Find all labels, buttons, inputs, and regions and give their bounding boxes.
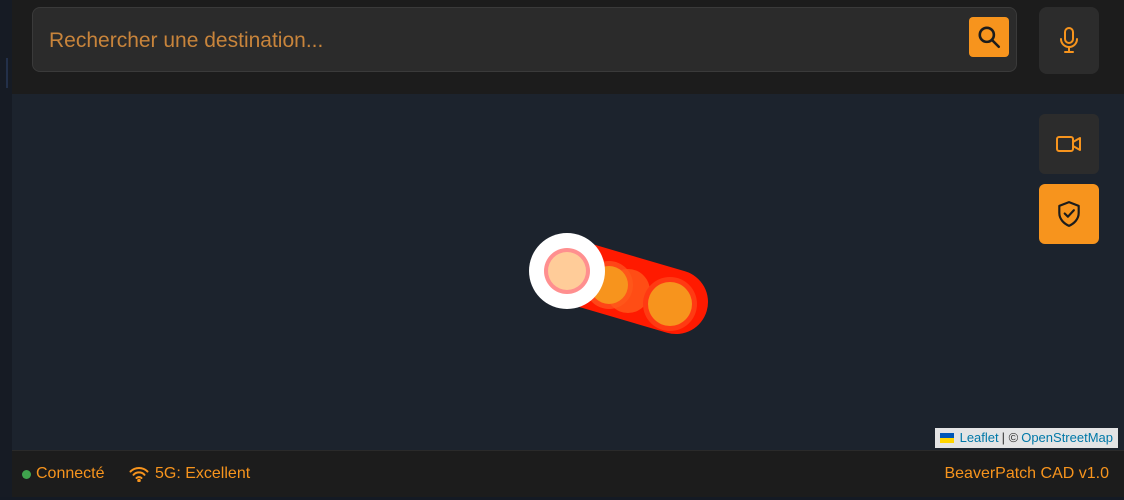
connection-status: Connecté — [22, 451, 105, 497]
map-canvas — [529, 233, 708, 334]
route-point-marker — [648, 282, 692, 326]
app-version: BeaverPatch CAD v1.0 — [944, 451, 1109, 497]
connected-dot-icon — [22, 469, 31, 479]
video-button[interactable] — [1039, 114, 1099, 174]
map-view[interactable] — [12, 94, 1124, 450]
status-bar: Connecté 5G: Excellent BeaverPatch CAD v… — [12, 450, 1124, 500]
connection-label: Connecté — [36, 465, 105, 482]
openstreetmap-link[interactable]: OpenStreetMap — [1021, 428, 1113, 448]
leaflet-link[interactable]: Leaflet — [960, 428, 999, 448]
wifi-icon — [129, 467, 149, 482]
microphone-icon — [1060, 26, 1078, 53]
attribution-separator: | © — [1001, 430, 1019, 445]
ukraine-flag-icon — [939, 433, 954, 443]
security-button[interactable] — [1039, 184, 1099, 244]
search-button[interactable] — [969, 17, 1009, 57]
voice-search-button[interactable] — [1039, 7, 1099, 74]
network-status: 5G: Excellent — [129, 451, 250, 497]
app-window: Leaflet | © OpenStreetMap Connecté 5G: E… — [0, 0, 1124, 500]
search-input[interactable] — [47, 20, 951, 62]
video-camera-icon — [1056, 136, 1081, 152]
search-box — [32, 7, 1017, 72]
map-attribution: Leaflet | © OpenStreetMap — [934, 428, 1118, 448]
search-icon — [978, 26, 1001, 49]
network-label: 5G: Excellent — [155, 465, 251, 482]
left-edge-handle — [6, 58, 8, 88]
current-location-marker[interactable] — [529, 233, 605, 309]
shield-check-icon — [1058, 201, 1080, 227]
app-version-label: BeaverPatch CAD v1.0 — [944, 465, 1109, 482]
